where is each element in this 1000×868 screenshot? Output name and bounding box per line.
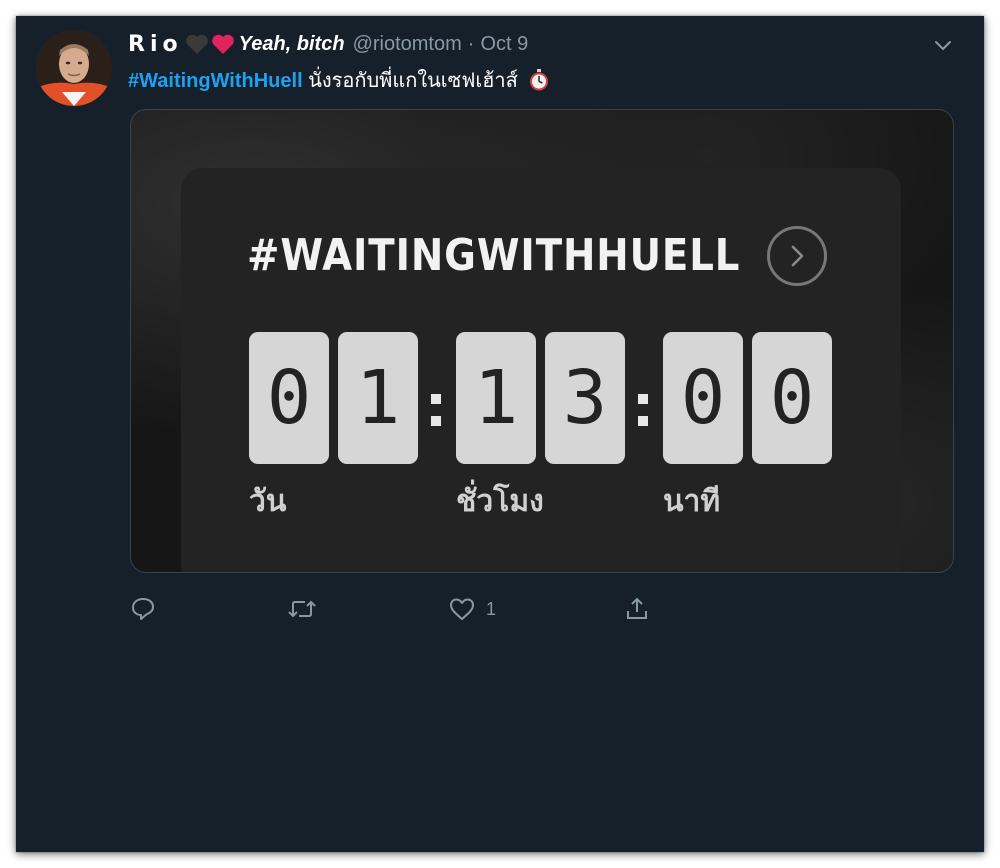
- like-button[interactable]: 1: [448, 596, 496, 622]
- share-icon: [627, 597, 647, 619]
- stopwatch-icon: [529, 69, 549, 97]
- retweet-button[interactable]: [286, 596, 318, 622]
- retweet-icon: [288, 600, 316, 618]
- tweet-text: #WaitingWithHuell นั่งรอกับพี่แกในเซฟเฮ้…: [128, 64, 944, 97]
- hours-label: ชั่วโมง: [456, 484, 544, 519]
- days-label: วัน: [249, 484, 287, 519]
- chevron-right-circle-icon: [767, 226, 827, 286]
- hashtag-link[interactable]: #WaitingWithHuell: [128, 70, 303, 92]
- author-name-suffix[interactable]: Yeah, bitch: [239, 33, 345, 56]
- author-name[interactable]: Rio: [128, 32, 183, 57]
- chevron-down-icon[interactable]: [932, 34, 954, 56]
- colon-separator: [429, 394, 443, 426]
- reply-button[interactable]: [130, 596, 156, 622]
- tweet-date[interactable]: Oct 9: [480, 33, 528, 56]
- days-digit-2: 1: [338, 332, 418, 464]
- tweet-actions: 1: [130, 596, 730, 628]
- tweet-header: Rio Yeah, bitch @riotomtom · Oct 9: [128, 30, 954, 58]
- reply-icon: [132, 598, 154, 620]
- minutes-digit-2: 0: [752, 332, 832, 464]
- author-handle[interactable]: @riotomtom: [353, 33, 462, 56]
- tweet-body: นั่งรอกับพี่แกในเซฟเฮ้าส์: [308, 70, 518, 92]
- minutes-digit-1: 0: [663, 332, 743, 464]
- countdown-title: #WAITINGWITHHUELL: [247, 230, 741, 281]
- like-count: 1: [486, 598, 497, 619]
- avatar[interactable]: [36, 30, 112, 106]
- hours-digit-1: 1: [456, 332, 536, 464]
- share-button[interactable]: [624, 596, 650, 622]
- separator-dot: ·: [467, 32, 475, 55]
- countdown-card: #WAITINGWITHHUELL 0 1 1 3 0 0 วัน ชั่วโม…: [181, 168, 901, 572]
- red-heart-icon: [211, 34, 234, 54]
- media-image[interactable]: #WAITINGWITHHUELL 0 1 1 3 0 0 วัน ชั่วโม…: [130, 109, 954, 573]
- heart-icon: [450, 598, 474, 620]
- tweet[interactable]: Rio Yeah, bitch @riotomtom · Oct 9 #Wait…: [16, 16, 984, 852]
- black-heart-icon: [185, 34, 208, 54]
- name-emoji: [185, 33, 235, 55]
- colon-separator: [636, 394, 650, 426]
- days-digit-1: 0: [249, 332, 329, 464]
- hours-digit-2: 3: [545, 332, 625, 464]
- minutes-label: นาที: [663, 484, 721, 519]
